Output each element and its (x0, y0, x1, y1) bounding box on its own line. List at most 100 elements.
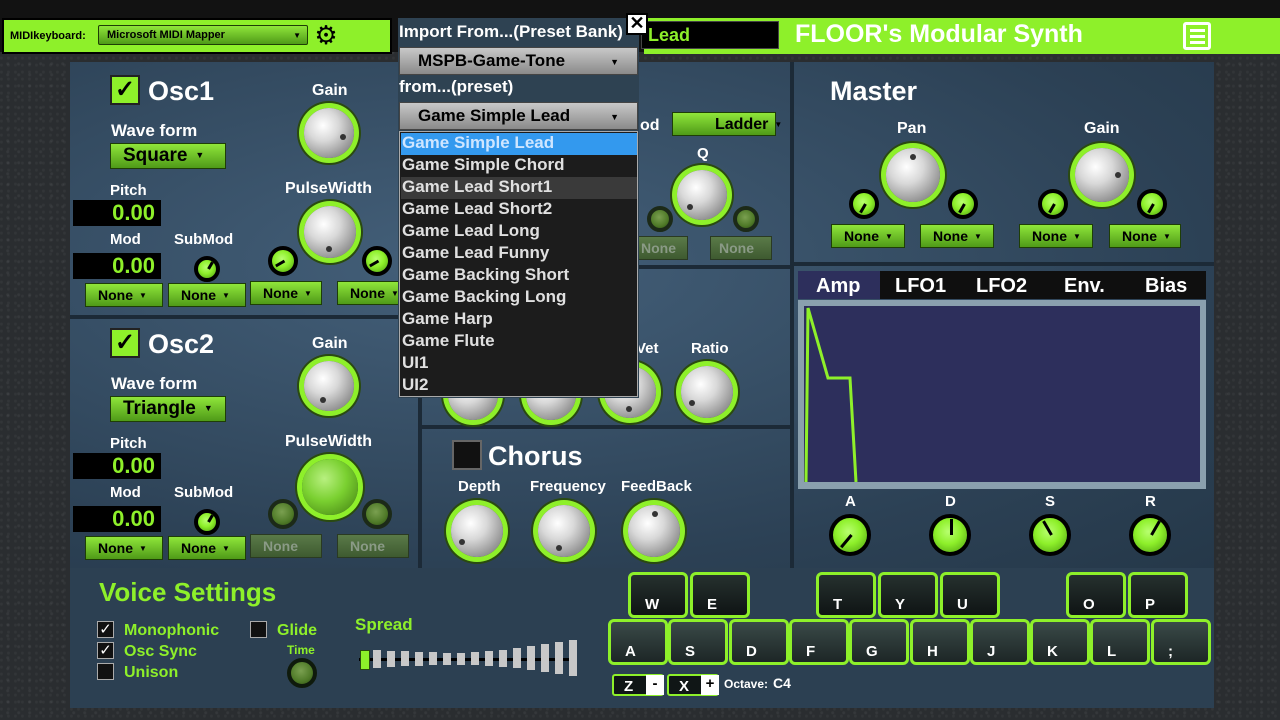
osc2-pw-mod2-knob[interactable] (362, 499, 392, 529)
key-d[interactable]: D (729, 619, 789, 665)
key-k[interactable]: K (1030, 619, 1090, 665)
master-pan-knob[interactable] (886, 148, 940, 202)
key-g[interactable]: G (849, 619, 909, 665)
osc1-mod-value[interactable]: 0.00 (73, 253, 161, 279)
env-attack-knob[interactable] (829, 514, 871, 556)
env-sustain-knob[interactable] (1029, 514, 1071, 556)
master-gain-knob[interactable] (1075, 148, 1129, 202)
tab-lfo1[interactable]: LFO1 (895, 275, 946, 298)
preset-option[interactable]: Game Flute (401, 331, 637, 353)
spread-slider[interactable] (357, 640, 579, 680)
osc2-submod-source-select[interactable]: None ▼ (168, 536, 246, 560)
key-y[interactable]: Y (878, 572, 938, 618)
key-a[interactable]: A (608, 619, 668, 665)
chorus-depth-knob[interactable] (451, 505, 503, 557)
osc2-submod-knob[interactable] (194, 509, 220, 535)
osc2-mod-value[interactable]: 0.00 (73, 506, 161, 532)
filter-mode-select[interactable]: Ladder ▼ (672, 112, 782, 136)
glide-time-knob[interactable] (287, 658, 317, 688)
filter-mod2-knob[interactable] (733, 206, 759, 232)
preset-option[interactable]: Game Lead Funny (401, 243, 637, 265)
filter-source2-select[interactable]: None (710, 236, 772, 260)
preset-bank-select[interactable]: MSPB-Game-Tone ▼ (399, 47, 638, 75)
glide-checkbox[interactable] (250, 621, 267, 638)
master-gain-mod2-knob[interactable] (1137, 189, 1167, 219)
osc1-waveform-select[interactable]: Square ▼ (110, 143, 226, 169)
tab-amp[interactable]: Amp (816, 275, 860, 298)
chorus-enable-checkbox[interactable] (452, 440, 482, 470)
key-h[interactable]: H (910, 619, 970, 665)
key-p[interactable]: P (1128, 572, 1188, 618)
tab-lfo2[interactable]: LFO2 (976, 275, 1027, 298)
env-release-knob[interactable] (1129, 514, 1171, 556)
preset-option[interactable]: UI2 (401, 375, 637, 397)
osc2-pw-source2-select[interactable]: None (337, 534, 409, 558)
preset-option[interactable]: Game Backing Long (401, 287, 637, 309)
osc2-mod-source-select[interactable]: None ▼ (85, 536, 163, 560)
master-gain-source2-select[interactable]: None ▼ (1109, 224, 1181, 248)
preset-option[interactable]: Game Lead Long (401, 221, 637, 243)
master-pan-mod1-knob[interactable] (849, 189, 879, 219)
tab-env[interactable]: Env. (1064, 275, 1105, 298)
filter-q-knob[interactable] (677, 170, 727, 220)
osc2-pw-source1-select[interactable]: None (250, 534, 322, 558)
osc2-submod-label: SubMod (174, 484, 234, 501)
key-w[interactable]: W (628, 572, 688, 618)
master-pan-mod2-knob[interactable] (948, 189, 978, 219)
tab-bias[interactable]: Bias (1145, 275, 1187, 298)
midi-device-select[interactable]: Microsoft MIDI Mapper ▼ (98, 25, 308, 45)
key-o[interactable]: O (1066, 572, 1126, 618)
preset-option[interactable]: UI1 (401, 353, 637, 375)
preset-option[interactable]: Game Backing Short (401, 265, 637, 287)
env-decay-knob[interactable] (929, 514, 971, 556)
osc1-enable-checkbox[interactable]: ✓ (110, 75, 140, 105)
osc2-enable-checkbox[interactable]: ✓ (110, 328, 140, 358)
chorus-frequency-knob[interactable] (538, 505, 590, 557)
key-e[interactable]: E (690, 572, 750, 618)
key-f[interactable]: F (789, 619, 849, 665)
filter-mod1-knob[interactable] (647, 206, 673, 232)
key-semicolon[interactable]: ; (1151, 619, 1211, 665)
osc1-pitch-value[interactable]: 0.00 (73, 200, 161, 226)
osc2-pulsewidth-knob[interactable] (302, 459, 358, 515)
preset-select[interactable]: Game Simple Lead ▼ (399, 102, 638, 130)
osc2-gain-knob[interactable] (304, 361, 354, 411)
key-u[interactable]: U (940, 572, 1000, 618)
osc2-pw-mod1-knob[interactable] (268, 499, 298, 529)
osc2-pitch-value[interactable]: 0.00 (73, 453, 161, 479)
osc-sync-checkbox[interactable]: ✓ (97, 642, 114, 659)
osc2-waveform-select[interactable]: Triangle ▼ (110, 396, 226, 422)
osc1-submod-knob[interactable] (194, 256, 220, 282)
octave-down-button[interactable]: Z - (612, 674, 664, 696)
master-pan-source2-select[interactable]: None ▼ (920, 224, 994, 248)
osc1-submod-source-select[interactable]: None ▼ (168, 283, 246, 307)
menu-icon[interactable] (1183, 22, 1211, 50)
osc1-pw-mod2-knob[interactable] (362, 246, 392, 276)
preset-option[interactable]: Game Simple Chord (401, 155, 637, 177)
preset-option[interactable]: Game Lead Short1 (401, 177, 637, 199)
gear-icon[interactable]: ⚙ (312, 21, 340, 49)
close-icon[interactable]: ✕ (626, 13, 648, 35)
osc1-mod-source-select[interactable]: None ▼ (85, 283, 163, 307)
key-j[interactable]: J (970, 619, 1030, 665)
preset-option[interactable]: Game Simple Lead (401, 133, 637, 155)
octave-up-button[interactable]: X + (667, 674, 719, 696)
spread-slider-handle[interactable] (360, 650, 370, 670)
osc1-pw-mod1-knob[interactable] (268, 246, 298, 276)
preset-option[interactable]: Game Harp (401, 309, 637, 331)
patch-name-field[interactable]: Lead (641, 21, 779, 49)
osc1-pulsewidth-knob[interactable] (304, 206, 356, 258)
key-l[interactable]: L (1090, 619, 1150, 665)
monophonic-checkbox[interactable]: ✓ (97, 621, 114, 638)
chorus-feedback-knob[interactable] (628, 505, 680, 557)
osc1-pw-source1-select[interactable]: None ▼ (250, 281, 322, 305)
master-pan-source1-select[interactable]: None ▼ (831, 224, 905, 248)
osc1-gain-knob[interactable] (304, 108, 354, 158)
key-s[interactable]: S (668, 619, 728, 665)
master-gain-source1-select[interactable]: None ▼ (1019, 224, 1093, 248)
preset-option[interactable]: Game Lead Short2 (401, 199, 637, 221)
master-gain-mod1-knob[interactable] (1038, 189, 1068, 219)
key-t[interactable]: T (816, 572, 876, 618)
unison-checkbox[interactable] (97, 663, 114, 680)
fx-ratio-knob[interactable] (681, 366, 733, 418)
